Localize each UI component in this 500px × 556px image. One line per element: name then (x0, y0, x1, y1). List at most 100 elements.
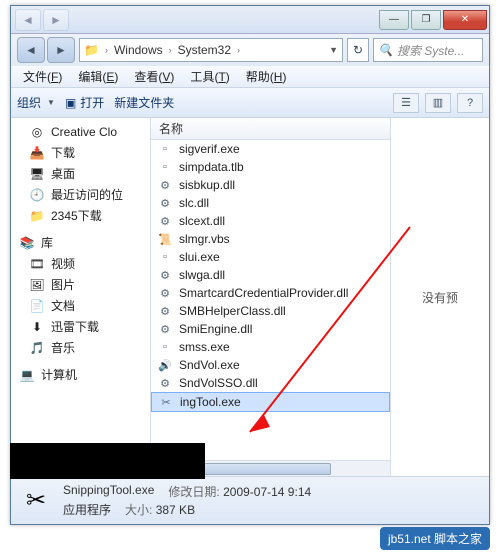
help-button[interactable]: ? (457, 93, 483, 113)
status-filetype: 应用程序 (63, 501, 111, 518)
menu-edit[interactable]: 编辑(E) (70, 66, 126, 87)
desktop-icon: 🖥 (29, 166, 45, 182)
menu-bar: 文件(F) 编辑(E) 查看(V) 工具(T) 帮助(H) (11, 66, 489, 88)
file-name: ingTool.exe (180, 395, 241, 409)
nav-item-libraries[interactable]: 📚库 (11, 232, 150, 253)
open-button[interactable]: ▣打开 (65, 94, 104, 111)
file-row[interactable]: ▫sigverif.exe (151, 140, 390, 158)
column-header-name[interactable]: 名称 (151, 118, 390, 140)
search-input[interactable]: 🔍 搜索 Syste... (373, 38, 483, 62)
file-row[interactable]: ⚙sisbkup.dll (151, 176, 390, 194)
file-row[interactable]: ⚙ SmartcardCredentialProvider.dll (151, 284, 390, 302)
nav-item-desktop[interactable]: 🖥桌面 (11, 163, 150, 184)
breadcrumb[interactable]: Windows (114, 43, 163, 57)
view-mode-button[interactable]: ☰ (393, 93, 419, 113)
new-folder-button[interactable]: 新建文件夹 (114, 94, 174, 111)
nav-back-button[interactable]: ◄ (17, 37, 45, 63)
history-back-button[interactable]: ◄ (15, 9, 41, 31)
breadcrumb-sep-icon: › (237, 45, 240, 55)
open-icon: ▣ (65, 96, 76, 110)
menu-tools[interactable]: 工具(T) (182, 66, 237, 87)
preview-pane: 没有预 (391, 118, 489, 476)
picture-icon: 🖼 (29, 277, 45, 293)
file-row[interactable]: ⚙SmiEngine.dll (151, 320, 390, 338)
file-row[interactable]: ⚙SndVolSSO.dll (151, 374, 390, 392)
nav-item-documents[interactable]: 📄文档 (11, 295, 150, 316)
file-row[interactable]: ⚙slwga.dll (151, 266, 390, 284)
nav-item-music[interactable]: 🎵音乐 (11, 337, 150, 358)
breadcrumb-sep-icon: › (169, 45, 172, 55)
file-row[interactable]: ⚙ SMBHelperClass.dll (151, 302, 390, 320)
file-icon: ⚙ (157, 285, 173, 301)
status-bar: ✂ SnippingTool.exe 修改日期: 2009-07-14 9:14… (11, 476, 489, 524)
cloud-icon: ◎ (29, 124, 45, 140)
menu-help[interactable]: 帮助(H) (238, 66, 295, 87)
search-placeholder: 搜索 Syste... (397, 42, 464, 59)
file-row[interactable]: 📜 slmgr.vbs (151, 230, 390, 248)
nav-fwd-button[interactable]: ► (47, 37, 75, 63)
nav-item-downloads[interactable]: 📥下载 (11, 142, 150, 163)
address-row: ◄ ► 📁 › Windows › System32 › ▼ ↻ 🔍 搜索 Sy… (11, 34, 489, 66)
nav-item-xunlei[interactable]: ⬇迅雷下载 (11, 316, 150, 337)
file-name: slui.exe (179, 250, 220, 264)
preview-empty-text: 没有预 (422, 289, 458, 306)
file-name: SMBHelperClass.dll (179, 304, 286, 318)
organize-button[interactable]: 组织▼ (17, 94, 55, 111)
file-icon: ▫ (157, 339, 173, 355)
nav-item-videos[interactable]: 🎞视频 (11, 253, 150, 274)
file-list[interactable]: ▫sigverif.exe▫simpdata.tlb⚙sisbkup.dll⚙s… (151, 140, 390, 460)
file-row[interactable]: ⚙slc.dll (151, 194, 390, 212)
explorer-body: ◎Creative Clo 📥下载 🖥桌面 🕘最近访问的位 📁2345下载 📚库… (11, 118, 489, 476)
status-size-key: 大小: (125, 503, 152, 517)
file-name: slcext.dll (179, 214, 225, 228)
folder-icon: 📁 (84, 43, 99, 57)
file-row[interactable]: ✂ingTool.exe (151, 392, 390, 412)
file-name: SmartcardCredentialProvider.dll (179, 286, 348, 300)
file-icon: ▫ (157, 249, 173, 265)
breadcrumb[interactable]: System32 (178, 43, 231, 57)
address-bar[interactable]: 📁 › Windows › System32 › ▼ (79, 38, 343, 62)
video-icon: 🎞 (29, 256, 45, 272)
minimize-button[interactable]: — (379, 10, 409, 30)
file-list-wrap: 名称 ▫sigverif.exe▫simpdata.tlb⚙sisbkup.dl… (151, 118, 391, 476)
file-icon: ▫ (157, 141, 173, 157)
file-row[interactable]: 🔊SndVol.exe (151, 356, 390, 374)
file-name: slmgr.vbs (179, 232, 230, 246)
computer-icon: 💻 (19, 367, 35, 383)
file-row[interactable]: ▫smss.exe (151, 338, 390, 356)
history-fwd-button[interactable]: ► (43, 9, 69, 31)
download-icon: 📥 (29, 145, 45, 161)
file-row[interactable]: ▫ slui.exe (151, 248, 390, 266)
clock-icon: 🕘 (29, 187, 45, 203)
file-name: slc.dll (179, 196, 209, 210)
scroll-thumb[interactable] (201, 463, 331, 475)
file-name: SndVolSSO.dll (179, 376, 258, 390)
menu-file[interactable]: 文件(F) (15, 66, 70, 87)
menu-view[interactable]: 查看(V) (126, 66, 182, 87)
preview-pane-button[interactable]: ▥ (425, 93, 451, 113)
file-name: SndVol.exe (179, 358, 240, 372)
scissors-icon: ✂ (19, 484, 53, 518)
file-icon: ⚙ (157, 177, 173, 193)
folder-icon: 📁 (29, 208, 45, 224)
maximize-button[interactable]: ❐ (411, 10, 441, 30)
nav-item-creative-cloud[interactable]: ◎Creative Clo (11, 122, 150, 142)
redaction-overlay (10, 443, 205, 479)
close-button[interactable]: ✕ (443, 10, 487, 30)
nav-item-2345[interactable]: 📁2345下载 (11, 205, 150, 226)
titlebar: ◄ ► — ❐ ✕ (11, 6, 489, 34)
file-pane: 名称 ▫sigverif.exe▫simpdata.tlb⚙sisbkup.dl… (151, 118, 489, 476)
music-icon: 🎵 (29, 340, 45, 356)
file-icon: 📜 (157, 231, 173, 247)
nav-item-pictures[interactable]: 🖼图片 (11, 274, 150, 295)
file-icon: ⚙ (157, 303, 173, 319)
file-name: SmiEngine.dll (179, 322, 252, 336)
file-row[interactable]: ⚙slcext.dll (151, 212, 390, 230)
file-row[interactable]: ▫simpdata.tlb (151, 158, 390, 176)
nav-item-recent[interactable]: 🕘最近访问的位 (11, 184, 150, 205)
file-icon: ▫ (157, 159, 173, 175)
nav-item-computer[interactable]: 💻计算机 (11, 364, 150, 385)
nav-pane: ◎Creative Clo 📥下载 🖥桌面 🕘最近访问的位 📁2345下载 📚库… (11, 118, 151, 476)
refresh-button[interactable]: ↻ (347, 38, 369, 62)
address-dropdown-icon[interactable]: ▼ (329, 45, 338, 55)
